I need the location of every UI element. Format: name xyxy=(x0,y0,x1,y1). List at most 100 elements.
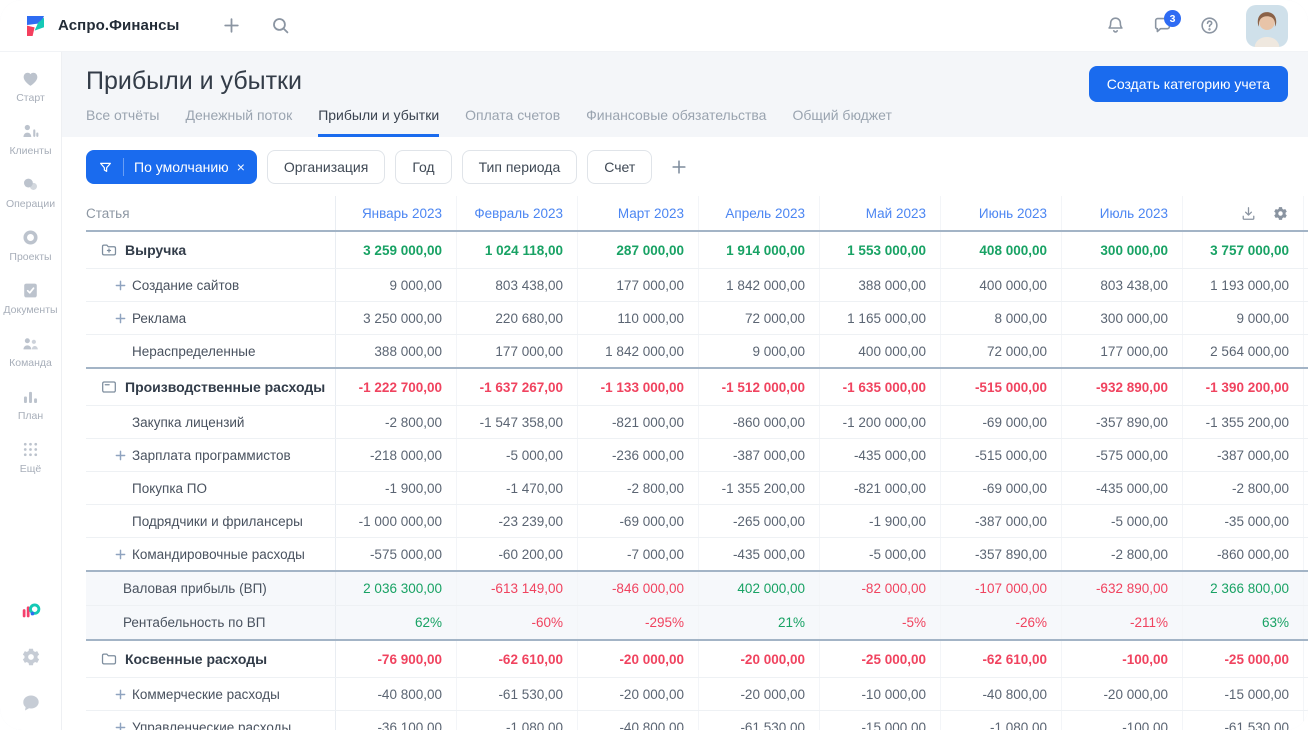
row-label: Командировочные расходы xyxy=(132,546,305,562)
value-cell: -236 000,00 xyxy=(578,439,699,471)
value-cell: 803 438,00 xyxy=(1062,269,1183,301)
chat-round-icon[interactable] xyxy=(20,692,42,714)
sidebar-item-start[interactable]: Старт xyxy=(0,60,61,113)
value-cell: 1 842 000,00 xyxy=(578,335,699,367)
value-cell: -60% xyxy=(457,606,578,639)
notifications-bell-icon[interactable] xyxy=(1105,15,1126,36)
sidebar-item-projects[interactable]: Проекты xyxy=(0,219,61,272)
sidebar-item-documents[interactable]: Документы xyxy=(0,272,61,325)
app-logo-icon xyxy=(22,13,48,39)
sidebar-item-label: Команда xyxy=(9,357,52,369)
sidebar-item-operations[interactable]: Операции xyxy=(0,166,61,219)
row-label: Зарплата программистов xyxy=(132,447,291,463)
row-label: Управленческие расходы xyxy=(132,719,292,730)
table-row: Командировочные расходы -575 000,00 -60 20… xyxy=(86,537,1308,570)
column-header-month: Февраль 2023 xyxy=(457,196,578,230)
value-cell: -40 800,00 xyxy=(578,711,699,730)
folder-plus-icon[interactable] xyxy=(100,241,118,259)
table-actions xyxy=(1183,196,1304,230)
expand-plus-icon[interactable] xyxy=(115,450,126,461)
add-icon[interactable] xyxy=(221,15,242,36)
value-cell: 3 250 000,00 xyxy=(336,302,457,334)
value-cell: 3 259 000,00 xyxy=(336,232,457,268)
value-cell: -575 000,00 xyxy=(1062,439,1183,471)
value-cell: 1 553 000,00 xyxy=(820,232,941,268)
create-category-button[interactable]: Создать категорию учета xyxy=(1088,66,1288,102)
gear-icon[interactable] xyxy=(20,646,42,668)
value-cell: 1 193 000,00 xyxy=(1183,269,1304,301)
expand-plus-icon[interactable] xyxy=(115,280,126,291)
value-cell: -387 000,00 xyxy=(699,439,820,471)
expand-plus-icon[interactable] xyxy=(115,689,126,700)
value-cell: 408 000,00 xyxy=(941,232,1062,268)
table-row: Косвенные расходы -76 900,00 -62 610,00 -20… xyxy=(86,639,1308,677)
tab-1[interactable]: Денежный поток xyxy=(185,107,292,137)
tab-0[interactable]: Все отчёты xyxy=(86,107,159,137)
funnel-icon xyxy=(98,160,113,175)
download-icon[interactable] xyxy=(1240,205,1257,222)
expand-plus-icon[interactable] xyxy=(115,313,126,324)
sidebar-item-plan[interactable]: План xyxy=(0,378,61,431)
value-cell: -1 390 200,00 xyxy=(1183,369,1304,405)
row-label: Производственные расходы xyxy=(125,379,326,395)
value-cell: 72 000,00 xyxy=(941,335,1062,367)
tab-4[interactable]: Финансовые обязательства xyxy=(586,107,766,137)
pl-table: Статья Январь 2023 Февраль 2023 Март 2023 Ап… xyxy=(86,196,1308,730)
filter-button-3[interactable]: Счет xyxy=(587,150,653,184)
table-row: Реклама 3 250 000,00 220 680,00 110 000,00 7… xyxy=(86,301,1308,334)
value-cell: -7 000,00 xyxy=(578,538,699,570)
table-row: Управленческие расходы -36 100,00 -1 080,0… xyxy=(86,710,1308,730)
sidebar-item-clients[interactable]: Клиенты xyxy=(0,113,61,166)
table-row: Производственные расходы -1 222 700,00 -1 … xyxy=(86,367,1308,405)
tab-3[interactable]: Оплата счетов xyxy=(465,107,560,137)
row-label: Реклама xyxy=(132,310,187,326)
search-icon[interactable] xyxy=(270,15,291,36)
sidebar-item-label: План xyxy=(17,410,44,422)
filter-button-2[interactable]: Тип периода xyxy=(461,150,578,184)
avatar[interactable] xyxy=(1246,4,1288,47)
value-cell: -435 000,00 xyxy=(1062,472,1183,504)
report-tabs: Все отчёты Денежный поток Прибыли и убытки… xyxy=(86,107,1308,137)
value-cell: -76 900,00 xyxy=(336,641,457,677)
help-icon[interactable] xyxy=(1199,15,1220,36)
value-cell: -35 000,00 xyxy=(1183,505,1304,537)
value-cell: -10 000,00 xyxy=(820,678,941,710)
value-cell: -25 000,00 xyxy=(820,641,941,677)
table-row: Нераспределенные 388 000,00 177 000,00 1 84… xyxy=(86,334,1308,367)
tab-5[interactable]: Общий бюджет xyxy=(792,107,891,137)
folder-minus-icon[interactable] xyxy=(100,378,118,396)
filter-button-1[interactable]: Год xyxy=(395,150,452,184)
value-cell: -932 890,00 xyxy=(1062,369,1183,405)
folder-icon[interactable] xyxy=(100,650,118,668)
value-cell: 9 000,00 xyxy=(699,335,820,367)
value-cell: -36 100,00 xyxy=(336,711,457,730)
sidebar-item-team[interactable]: Команда xyxy=(0,325,61,378)
value-cell: 72 000,00 xyxy=(699,302,820,334)
sidebar-item-label: Операции xyxy=(5,198,56,210)
value-cell: -107 000,00 xyxy=(941,572,1062,605)
value-cell: -100,00 xyxy=(1062,711,1183,730)
value-cell: -846 000,00 xyxy=(578,572,699,605)
value-cell: -60 200,00 xyxy=(457,538,578,570)
sidebar-item-more[interactable]: Ещё xyxy=(0,431,61,484)
clear-filter-icon[interactable]: × xyxy=(237,159,245,175)
value-cell: 220 680,00 xyxy=(457,302,578,334)
value-cell: -387 000,00 xyxy=(1183,439,1304,471)
expand-plus-icon[interactable] xyxy=(115,549,126,560)
messages-icon[interactable]: 3 xyxy=(1152,10,1181,36)
column-header-month: Апрель 2023 xyxy=(699,196,820,230)
add-filter-icon[interactable] xyxy=(670,158,688,176)
product-logo-icon[interactable] xyxy=(20,600,42,622)
value-cell: -69 000,00 xyxy=(941,406,1062,438)
filter-row: По умолчанию × Организация Год Тип периода… xyxy=(86,150,1308,184)
value-cell: 110 000,00 xyxy=(578,302,699,334)
tab-2[interactable]: Прибыли и убытки xyxy=(318,107,440,137)
value-cell: 9 000,00 xyxy=(1183,302,1304,334)
filter-default-chip[interactable]: По умолчанию × xyxy=(86,150,257,184)
filter-button-0[interactable]: Организация xyxy=(266,150,386,184)
value-cell: -1 470,00 xyxy=(457,472,578,504)
table-settings-gear-icon[interactable] xyxy=(1272,205,1289,222)
expand-plus-icon[interactable] xyxy=(115,722,126,730)
value-cell: -15 000,00 xyxy=(1183,678,1304,710)
table-row: Валовая прибыль (ВП) 2 036 300,00 -613 149… xyxy=(86,570,1308,605)
